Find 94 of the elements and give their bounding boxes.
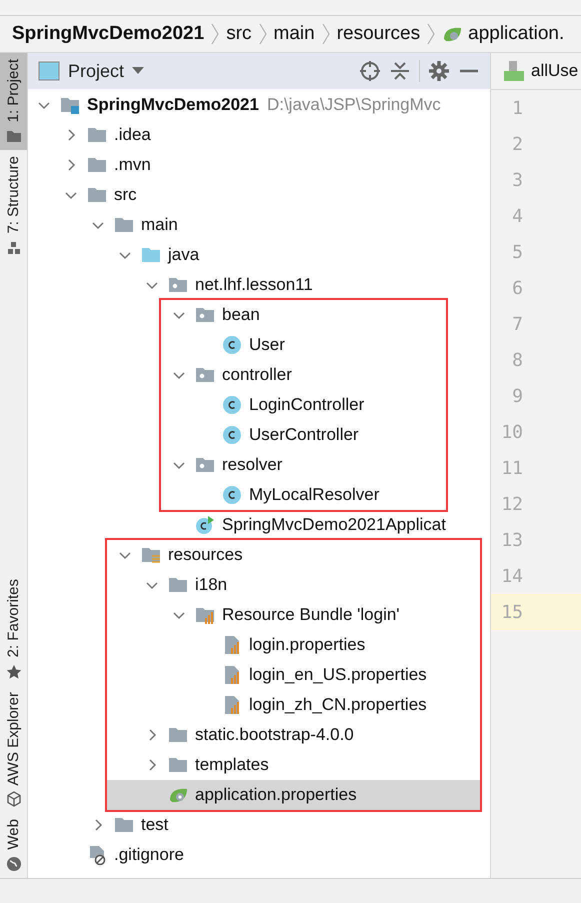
line-number: 5 — [511, 242, 523, 262]
tree-item[interactable]: controller — [161, 360, 446, 390]
resources-folder-icon — [141, 545, 161, 565]
tool-window-tab[interactable]: 1: Project — [0, 53, 27, 150]
tree-item[interactable]: i18n — [107, 570, 480, 600]
tree-item[interactable]: login_zh_CN.properties — [107, 690, 480, 720]
bundle-icon — [195, 605, 215, 625]
class-icon — [195, 515, 215, 535]
tree-item[interactable]: login_en_US.properties — [107, 660, 480, 690]
folder-icon — [141, 245, 161, 265]
tree-item[interactable]: application.properties — [107, 780, 480, 810]
tree-item[interactable]: SpringMvcDemo2021 D:\java\JSP\SpringMvc — [28, 90, 490, 120]
folder-icon — [114, 215, 134, 235]
line-number: 11 — [500, 458, 523, 478]
tree-item[interactable]: templates — [107, 750, 480, 780]
tree-item[interactable]: src — [28, 180, 490, 210]
tree-item[interactable]: main — [28, 210, 490, 240]
structure-icon — [6, 240, 22, 256]
window-icon — [38, 61, 60, 81]
package-icon — [168, 275, 188, 295]
tree-item[interactable]: static.bootstrap-4.0.0 — [107, 720, 480, 750]
panel-title[interactable]: Project — [68, 60, 124, 82]
package-icon — [195, 455, 215, 475]
project-path: D:\java\JSP\SpringMvc — [266, 95, 441, 115]
breadcrumb-item[interactable]: SpringMvcDemo2021 — [12, 23, 204, 45]
line-number: 7 — [511, 314, 523, 334]
tool-window-tab[interactable]: 2: Favorites — [0, 573, 27, 686]
tree-item[interactable]: test — [28, 810, 490, 840]
tree-item[interactable]: resources — [107, 540, 480, 570]
tree-item[interactable]: .mvn — [28, 150, 490, 180]
breadcrumb-item[interactable]: main — [274, 23, 315, 45]
html-file-icon — [503, 60, 525, 82]
globe-icon — [6, 856, 22, 872]
tree-item[interactable]: bean — [161, 300, 446, 330]
line-number: 6 — [511, 278, 523, 298]
tool-window-tab[interactable]: 7: Structure — [0, 150, 27, 262]
tree-item[interactable]: MyLocalResolver — [161, 480, 446, 510]
tree-item[interactable]: User — [161, 330, 446, 360]
folder-icon — [87, 125, 107, 145]
line-number: 2 — [511, 134, 523, 154]
folder-icon — [168, 755, 188, 775]
ignored-file-icon — [87, 845, 107, 865]
folder-icon — [168, 725, 188, 745]
package-icon — [195, 305, 215, 325]
line-number: 8 — [511, 350, 523, 370]
cube-icon — [6, 791, 22, 808]
tree-item[interactable]: java — [28, 240, 490, 270]
tree-item[interactable]: Resource Bundle 'login' — [107, 600, 480, 630]
properties-file-icon — [222, 635, 242, 655]
properties-file-icon — [222, 695, 242, 715]
chevron-separator-icon — [210, 22, 220, 46]
chevron-separator-icon — [258, 22, 268, 46]
line-number: 4 — [511, 206, 523, 226]
editor-tab[interactable]: allUse — [531, 61, 578, 81]
chevron-separator-icon — [426, 22, 436, 46]
tree-item[interactable]: net.lhf.lesson11 — [28, 270, 490, 300]
tool-window-tab[interactable]: AWS Explorer — [0, 686, 27, 814]
star-icon — [6, 664, 22, 680]
tree-item[interactable]: SpringMvcDemo2021Applicat — [28, 510, 490, 540]
line-number: 3 — [511, 170, 523, 190]
tree-item[interactable]: resolver — [161, 450, 446, 480]
line-number: 15 — [500, 602, 523, 622]
settings-icon[interactable] — [428, 60, 450, 82]
folder-icon — [168, 575, 188, 595]
folder-icon — [114, 815, 134, 835]
chevron-separator-icon — [320, 22, 331, 46]
line-number: 13 — [500, 530, 523, 550]
class-icon — [222, 335, 242, 355]
folder-icon — [6, 128, 22, 144]
class-icon — [222, 395, 242, 415]
breadcrumb-item[interactable]: resources — [336, 23, 420, 45]
tree-item[interactable]: .idea — [28, 120, 490, 150]
breadcrumb-item[interactable]: application. — [468, 23, 564, 45]
breadcrumb-item[interactable]: src — [226, 23, 252, 45]
line-number: 14 — [500, 566, 523, 586]
package-icon — [195, 365, 215, 385]
folder-icon — [87, 155, 107, 175]
module-folder-icon — [60, 95, 80, 115]
locate-icon[interactable] — [359, 60, 381, 82]
tree-item[interactable]: LoginController — [161, 390, 446, 420]
tool-window-tab[interactable]: Web — [0, 813, 27, 878]
line-number: 12 — [500, 494, 523, 514]
class-icon — [222, 425, 242, 445]
tree-item[interactable]: UserController — [161, 420, 446, 450]
collapse-icon[interactable] — [389, 60, 411, 82]
class-icon — [222, 485, 242, 505]
folder-icon — [87, 185, 107, 205]
tree-item[interactable]: login.properties — [107, 630, 480, 660]
line-number: 1 — [511, 98, 523, 118]
line-number: 10 — [500, 422, 523, 442]
tree-item[interactable]: .gitignore — [28, 840, 490, 870]
caret-icon[interactable] — [132, 67, 144, 75]
line-number: 9 — [511, 386, 523, 406]
properties-file-icon — [222, 665, 242, 685]
